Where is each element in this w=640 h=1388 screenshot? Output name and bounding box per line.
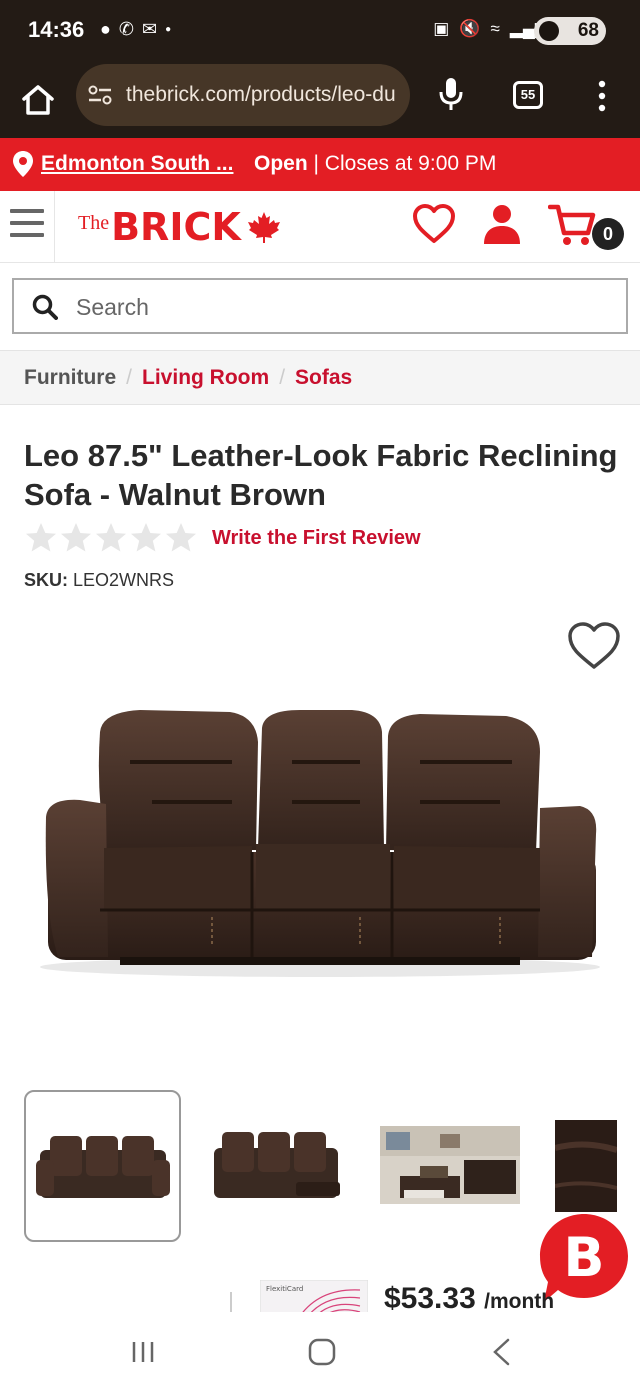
rating-row: Write the First Review [24,520,421,556]
menu-icon[interactable] [10,209,44,237]
breadcrumb: Furniture / Living Room / Sofas [0,350,640,405]
wifi-icon: ≈ [490,19,500,38]
browser-toolbar: thebrick.com/products/leo-du 55 [0,62,640,138]
thumbnail-reclined-sofa-image [214,1132,340,1198]
battery-bolt-icon [539,21,559,41]
shopping-cart-icon[interactable] [548,203,598,247]
star-icon [61,523,91,552]
maple-leaf-icon [247,212,280,243]
star-icon [96,523,126,552]
back-icon[interactable] [490,1338,512,1366]
url-bar[interactable]: thebrick.com/products/leo-du [76,64,410,126]
microphone-icon[interactable] [436,76,466,112]
status-bar: 14:36 ● ✆ ✉ ● ▣ 🔇 ≈ ▂▄▆ 68 [0,0,640,62]
logo-brick: BRICK [111,205,241,249]
tab-switcher-button[interactable]: 55 [513,81,543,109]
add-to-wishlist-heart-icon[interactable] [566,620,622,672]
thumbnail-1[interactable] [24,1090,181,1242]
financing-divider [230,1292,232,1314]
thumbnail-room-scene-image [380,1126,520,1204]
recent-apps-icon[interactable] [130,1340,156,1364]
search-input[interactable] [76,290,596,324]
site-settings-icon[interactable] [88,84,112,106]
thumbnail-2[interactable] [206,1090,346,1242]
whatsapp-icon: ✆ [118,19,134,39]
account-icon[interactable] [482,203,522,245]
breadcrumb-separator: / [279,365,286,389]
sim-icon: ▣ [433,19,450,38]
breadcrumb-separator: / [126,365,133,389]
sku-value: LEO2WNRS [73,570,175,590]
site-header: The BRICK 0 [0,191,640,263]
store-name-link[interactable]: Edmonton South ... [41,152,233,176]
home-icon[interactable] [18,80,58,120]
brand-logo[interactable]: The BRICK [78,207,281,247]
battery-indicator: 68 [534,17,606,45]
url-text: thebrick.com/products/leo-du [126,83,396,106]
wishlist-heart-icon[interactable] [412,203,456,245]
star-rating [24,521,198,555]
notification-icons: ● ✆ ✉ ● [100,19,171,40]
header-divider [54,191,55,263]
cart-count-badge: 0 [592,218,624,250]
product-title: Leo 87.5" Leather-Look Fabric Reclining … [24,438,618,512]
write-review-link[interactable]: Write the First Review [212,527,421,550]
store-open-status: Open [254,152,308,175]
thumbnail-3[interactable] [380,1090,520,1242]
monthly-period: /month [484,1290,555,1313]
thumbnail-sofa-image [36,1136,170,1198]
search-icon[interactable] [32,294,58,320]
star-icon [131,523,161,552]
product-main-image[interactable] [0,612,640,1052]
search-bar [12,278,628,334]
chat-icon: ✉ [141,19,158,39]
mute-icon: 🔇 [459,19,481,38]
sku-label: SKU: [24,570,68,590]
product-sku: SKU: LEO2WNRS [24,570,174,591]
more-options-icon[interactable] [590,79,614,113]
logo-the: The [78,212,110,234]
dot-icon: ● [165,24,172,35]
battery-level: 68 [577,20,599,41]
financing-price: $53.33 /month [384,1282,554,1316]
star-icon [166,523,196,552]
star-icon [26,523,56,552]
status-time: 14:36 [28,17,85,42]
monthly-amount: $53.33 [384,1282,476,1315]
breadcrumb-sofas[interactable]: Sofas [295,366,352,390]
notification-small-icon: ● [100,19,111,39]
location-pin-icon [13,151,33,177]
flexiti-card-image: FlexitiCard [260,1280,368,1316]
store-closing-time: | Closes at 9:00 PM [313,152,497,175]
flexiti-card-label: FlexitiCard [266,1285,303,1293]
breadcrumb-living-room[interactable]: Living Room [142,366,269,390]
system-navigation-bar [0,1312,640,1388]
system-icons: ▣ 🔇 ≈ ▂▄▆ [433,19,548,39]
breadcrumb-furniture[interactable]: Furniture [24,366,116,390]
store-hours: Open | Closes at 9:00 PM [254,152,496,176]
store-locator-bar: Edmonton South ... Open | Closes at 9:00… [0,138,640,191]
home-button-icon[interactable] [308,1338,336,1366]
